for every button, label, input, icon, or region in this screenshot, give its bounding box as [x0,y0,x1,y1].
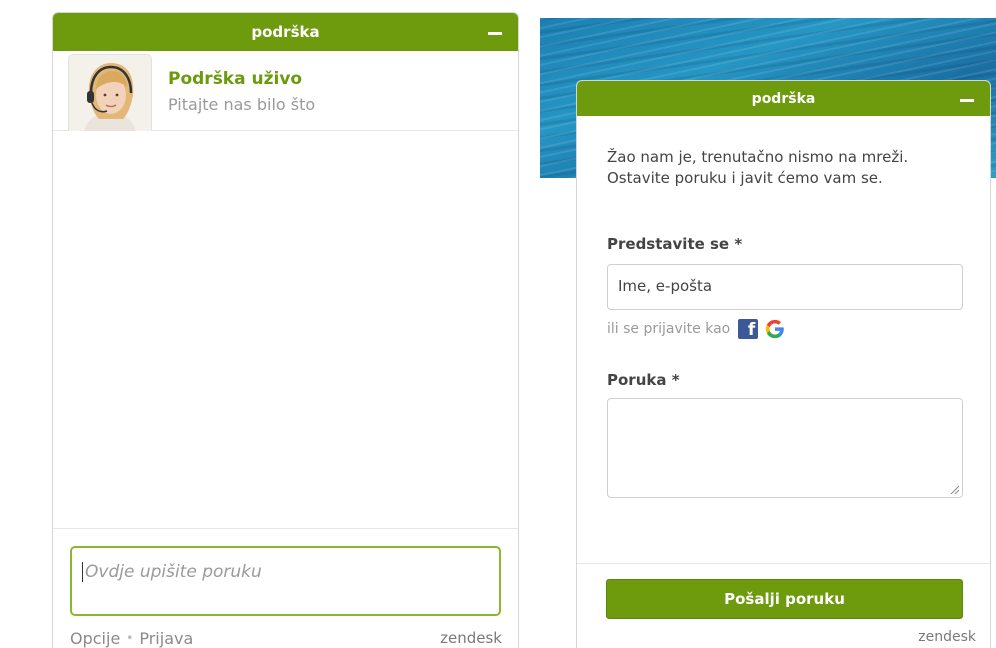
chat-messages-area [53,131,518,529]
chat-title: podrška [251,23,320,41]
send-message-button[interactable]: Pošalji poruku [606,579,963,619]
text-caret [82,562,83,582]
divider [577,563,990,564]
minimize-icon[interactable] [960,92,974,106]
resize-grip-icon[interactable] [949,484,959,494]
footer-separator: • [126,631,134,645]
message-label: Poruka * [607,371,680,389]
login-link[interactable]: Prijava [139,629,193,648]
zendesk-brand-link[interactable]: zendesk [918,629,976,645]
name-email-placeholder: Ime, e-pošta [618,277,713,295]
agent-name: Podrška uživo [168,69,303,89]
agent-subtitle: Pitajte nas bilo što [168,95,316,114]
facebook-glyph: f [747,320,756,340]
agent-info: Podrška uživo Pitajte nas bilo što [53,51,518,137]
message-textarea[interactable] [607,398,963,498]
chat-widget-offline: podrška Žao nam je, trenutačno nismo na … [576,80,991,648]
divider [53,528,518,529]
name-email-input[interactable]: Ime, e-pošta [607,264,963,310]
name-label: Predstavite se * [607,235,743,253]
facebook-icon[interactable]: f [738,319,759,340]
offline-header[interactable]: podrška [577,81,990,116]
chat-footer: Opcije • Prijava zendesk [70,626,502,648]
social-login-text: ili se prijavite kao [607,321,731,337]
social-login-row: ili se prijavite kao f [607,317,786,341]
zendesk-brand-link[interactable]: zendesk [440,629,502,647]
agent-avatar [69,55,151,137]
offline-title: podrška [751,90,816,107]
options-link[interactable]: Opcije [70,629,120,648]
minimize-icon[interactable] [488,25,502,39]
message-input[interactable]: Ovdje upišite poruku [70,546,501,616]
message-input-placeholder: Ovdje upišite poruku [85,562,262,582]
chat-header[interactable]: podrška [53,13,518,51]
google-icon[interactable] [764,318,786,340]
chat-widget-online: podrška Podrška uživo Pitajte nas bilo š… [52,12,519,648]
offline-message: Žao nam je, trenutačno nismo na mreži. O… [607,148,909,187]
